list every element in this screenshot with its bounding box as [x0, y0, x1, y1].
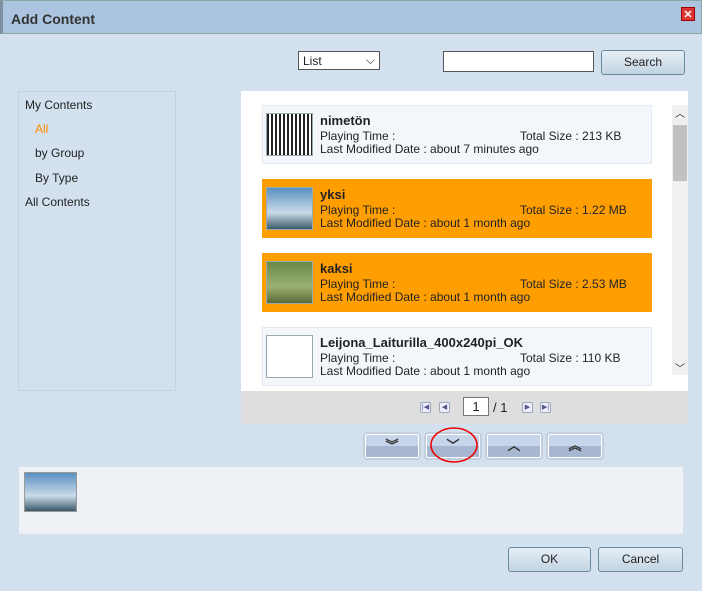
sidebar-item-by-group[interactable]: by Group [35, 146, 84, 160]
prev-page-icon[interactable]: ◀ [439, 402, 450, 413]
dialog-title: Add Content [11, 11, 95, 27]
search-input[interactable] [443, 51, 594, 72]
content-list: nimetön Playing Time : Total Size : 213 … [241, 91, 688, 391]
scrollbar[interactable]: ︿ ﹀ [672, 105, 688, 375]
last-modified: Last Modified Date : about 1 month ago [320, 216, 531, 230]
move-to-top-button[interactable]: ︽ [546, 432, 604, 460]
playing-time: Playing Time : [320, 277, 396, 291]
sidebar-item-my-contents[interactable]: My Contents [25, 98, 92, 112]
playing-time: Playing Time : [320, 129, 396, 143]
sidebar-item-all-contents[interactable]: All Contents [25, 195, 90, 209]
ok-button[interactable]: OK [508, 547, 591, 572]
close-icon[interactable]: ✕ [681, 7, 695, 21]
red-annotation-circle [430, 427, 478, 463]
pager: |◀ ◀ 1 / 1 ▶ ▶| [241, 391, 688, 424]
page-total: / 1 [493, 400, 508, 415]
content-name: nimetön [320, 113, 371, 128]
next-page-icon[interactable]: ▶ [522, 402, 533, 413]
last-modified: Last Modified Date : about 7 minutes ago [320, 142, 539, 156]
scrollbar-thumb[interactable] [673, 125, 687, 181]
move-up-button[interactable]: ︿ [485, 432, 543, 460]
playing-time: Playing Time : [320, 203, 396, 217]
content-thumbnail [266, 187, 313, 230]
chevron-down-icon: ⌵ [365, 53, 375, 67]
selected-thumbnail[interactable] [24, 472, 77, 512]
view-select[interactable]: List ⌵ [298, 51, 380, 70]
move-to-bottom-button[interactable]: ︾ [363, 432, 421, 460]
playing-time: Playing Time : [320, 351, 396, 365]
scroll-down-icon[interactable]: ﹀ [675, 360, 685, 375]
sidebar-item-all[interactable]: All [35, 122, 48, 136]
search-button[interactable]: Search [601, 50, 685, 75]
total-size: Total Size : 1.22 MB [520, 203, 627, 217]
total-size: Total Size : 110 KB [520, 351, 621, 365]
total-size: Total Size : 2.53 MB [520, 277, 627, 291]
cancel-button[interactable]: Cancel [598, 547, 683, 572]
list-item[interactable]: Leijona_Laiturilla_400x240pi_OK Playing … [262, 327, 652, 386]
view-select-value: List [303, 54, 322, 68]
content-name: kaksi [320, 261, 353, 276]
selected-content-area [18, 466, 684, 535]
content-thumbnail [266, 261, 313, 304]
list-item[interactable]: kaksi Playing Time : Total Size : 2.53 M… [262, 253, 652, 312]
last-modified: Last Modified Date : about 1 month ago [320, 364, 531, 378]
list-item[interactable]: yksi Playing Time : Total Size : 1.22 MB… [262, 179, 652, 238]
page-input[interactable]: 1 [463, 397, 489, 416]
double-chevron-down-icon: ︾ [385, 438, 399, 453]
total-size: Total Size : 213 KB [520, 129, 622, 143]
content-thumbnail [266, 113, 313, 156]
first-page-icon[interactable]: |◀ [420, 402, 431, 413]
chevron-up-icon: ︿ [507, 438, 521, 453]
list-item[interactable]: nimetön Playing Time : Total Size : 213 … [262, 105, 652, 164]
content-thumbnail [266, 335, 313, 378]
last-modified: Last Modified Date : about 1 month ago [320, 290, 531, 304]
sidebar-item-by-type[interactable]: By Type [35, 171, 78, 185]
sidebar: My Contents All by Group By Type All Con… [18, 91, 176, 391]
content-name: yksi [320, 187, 346, 202]
last-page-icon[interactable]: ▶| [540, 402, 551, 413]
scroll-up-icon[interactable]: ︿ [675, 105, 685, 120]
double-chevron-up-icon: ︽ [568, 438, 582, 453]
title-bar: Add Content ✕ [0, 0, 702, 34]
content-name: Leijona_Laiturilla_400x240pi_OK [320, 335, 524, 350]
